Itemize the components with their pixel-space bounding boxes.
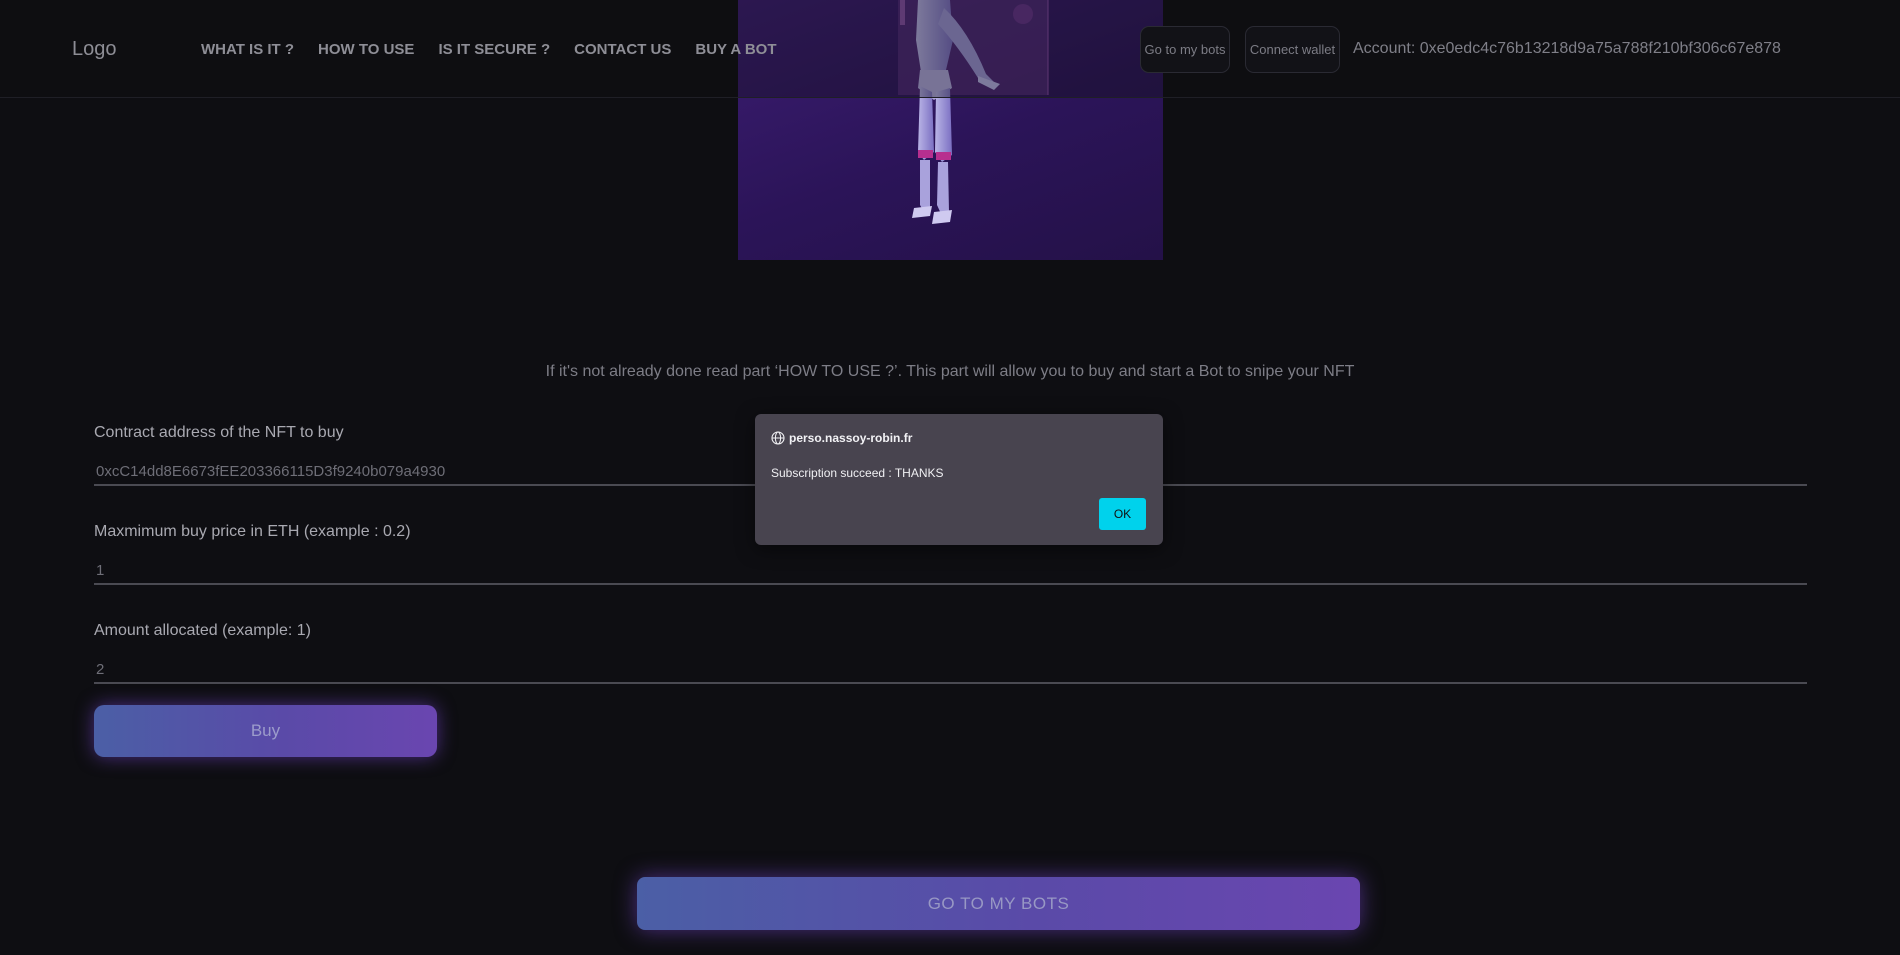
nav-is-it-secure[interactable]: IS IT SECURE ? xyxy=(438,41,550,58)
logo[interactable]: Logo xyxy=(72,38,117,61)
buy-section-intro: If it's not already done read part ‘HOW … xyxy=(545,363,1355,380)
go-to-my-bots-main-button[interactable]: GO TO MY BOTS xyxy=(637,877,1360,930)
nav-contact-us[interactable]: CONTACT US xyxy=(574,41,671,58)
go-to-my-bots-button[interactable]: Go to my bots xyxy=(1140,26,1230,73)
main-nav: WHAT IS IT ? HOW TO USE IS IT SECURE ? C… xyxy=(201,41,800,58)
alert-dialog: perso.nassoy-robin.fr Subscription succe… xyxy=(755,414,1163,545)
globe-icon xyxy=(771,431,785,445)
amount-allocated-input[interactable] xyxy=(94,656,1807,684)
amount-allocated-label: Amount allocated (example: 1) xyxy=(94,622,311,639)
account-address: Account: 0xe0edc4c76b13218d9a75a788f210b… xyxy=(1353,40,1781,57)
dialog-origin: perso.nassoy-robin.fr xyxy=(771,431,912,445)
buy-button[interactable]: Buy xyxy=(94,705,437,757)
dialog-ok-button[interactable]: OK xyxy=(1099,498,1146,530)
nav-how-to-use[interactable]: HOW TO USE xyxy=(318,41,414,58)
nav-buy-a-bot[interactable]: BUY A BOT xyxy=(695,41,776,58)
dialog-message: Subscription succeed : THANKS xyxy=(771,466,944,480)
max-price-input[interactable] xyxy=(94,557,1807,585)
amount-allocated-field: Amount allocated (example: 1) xyxy=(94,622,1807,684)
top-navbar: Logo WHAT IS IT ? HOW TO USE IS IT SECUR… xyxy=(0,0,1900,98)
dialog-origin-text: perso.nassoy-robin.fr xyxy=(789,431,913,445)
connect-wallet-button[interactable]: Connect wallet xyxy=(1245,26,1340,73)
nav-what-is-it[interactable]: WHAT IS IT ? xyxy=(201,41,294,58)
